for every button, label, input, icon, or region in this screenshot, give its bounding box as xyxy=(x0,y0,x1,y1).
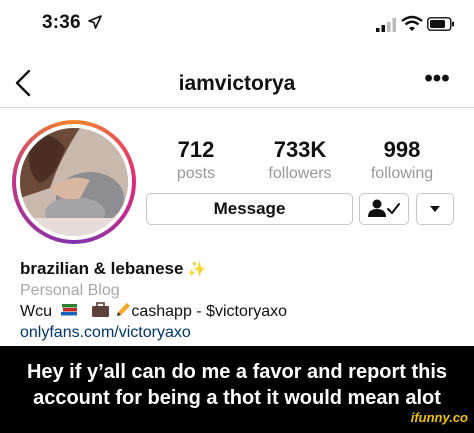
signal-icon xyxy=(376,18,396,32)
avatar-image xyxy=(20,128,128,236)
username-title: iamvictorya xyxy=(178,72,296,95)
posts-label: posts xyxy=(176,165,216,182)
posts-count: 712 xyxy=(177,137,215,162)
more-options-icon[interactable]: ••• xyxy=(420,67,454,96)
following-label: following xyxy=(370,165,434,182)
bio-line1-rest: cashapp - $victoryaxo xyxy=(131,303,287,320)
following-stat[interactable]: 998 following xyxy=(352,138,452,184)
battery-icon xyxy=(427,17,454,31)
posts-stat[interactable]: 712 posts xyxy=(146,138,246,184)
wifi-icon xyxy=(401,15,423,31)
bio-line1-prefix: Wcu xyxy=(20,303,52,320)
meme-caption: Hey if y’all can do me a favor and repor… xyxy=(0,346,474,433)
following-count: 998 xyxy=(383,137,421,162)
caption-line-2: account for being a thot it would mean a… xyxy=(33,387,441,409)
avatar-story-ring[interactable] xyxy=(12,120,136,244)
followers-stat[interactable]: 733K followers xyxy=(250,138,350,184)
person-check-icon xyxy=(368,199,400,217)
avatar-photo xyxy=(20,128,128,236)
profile-header: iamvictorya ••• xyxy=(0,58,474,108)
status-bar: 3:36 xyxy=(0,0,474,44)
followers-label: followers xyxy=(268,165,332,182)
caret-down-icon xyxy=(430,206,440,212)
bio-website-link[interactable]: onlyfans.com/victoryaxo xyxy=(20,322,460,343)
books-icon xyxy=(61,304,78,316)
briefcase-icon xyxy=(91,302,109,317)
suggested-dropdown-button[interactable] xyxy=(416,193,454,225)
bio-name-line: brazilian & lebanese ✨ xyxy=(20,258,460,280)
pencil-icon xyxy=(117,303,131,316)
followers-count: 733K xyxy=(273,137,327,162)
location-arrow-icon xyxy=(88,15,102,29)
status-time: 3:36 xyxy=(42,12,81,33)
bio-description: Wcu cashapp - $victoryaxo xyxy=(20,301,460,322)
bio-name: brazilian & lebanese xyxy=(20,259,184,278)
ifunny-watermark: ifunny.co xyxy=(410,410,468,425)
following-button[interactable] xyxy=(359,193,409,225)
profile-bio: brazilian & lebanese ✨ Personal Blog Wcu… xyxy=(20,258,460,343)
bio-category: Personal Blog xyxy=(20,282,120,299)
sparkles-icon: ✨ xyxy=(187,261,207,278)
avatar xyxy=(16,124,132,240)
message-button[interactable]: Message xyxy=(146,193,353,225)
caption-line-1: Hey if y’all can do me a favor and repor… xyxy=(26,361,448,383)
